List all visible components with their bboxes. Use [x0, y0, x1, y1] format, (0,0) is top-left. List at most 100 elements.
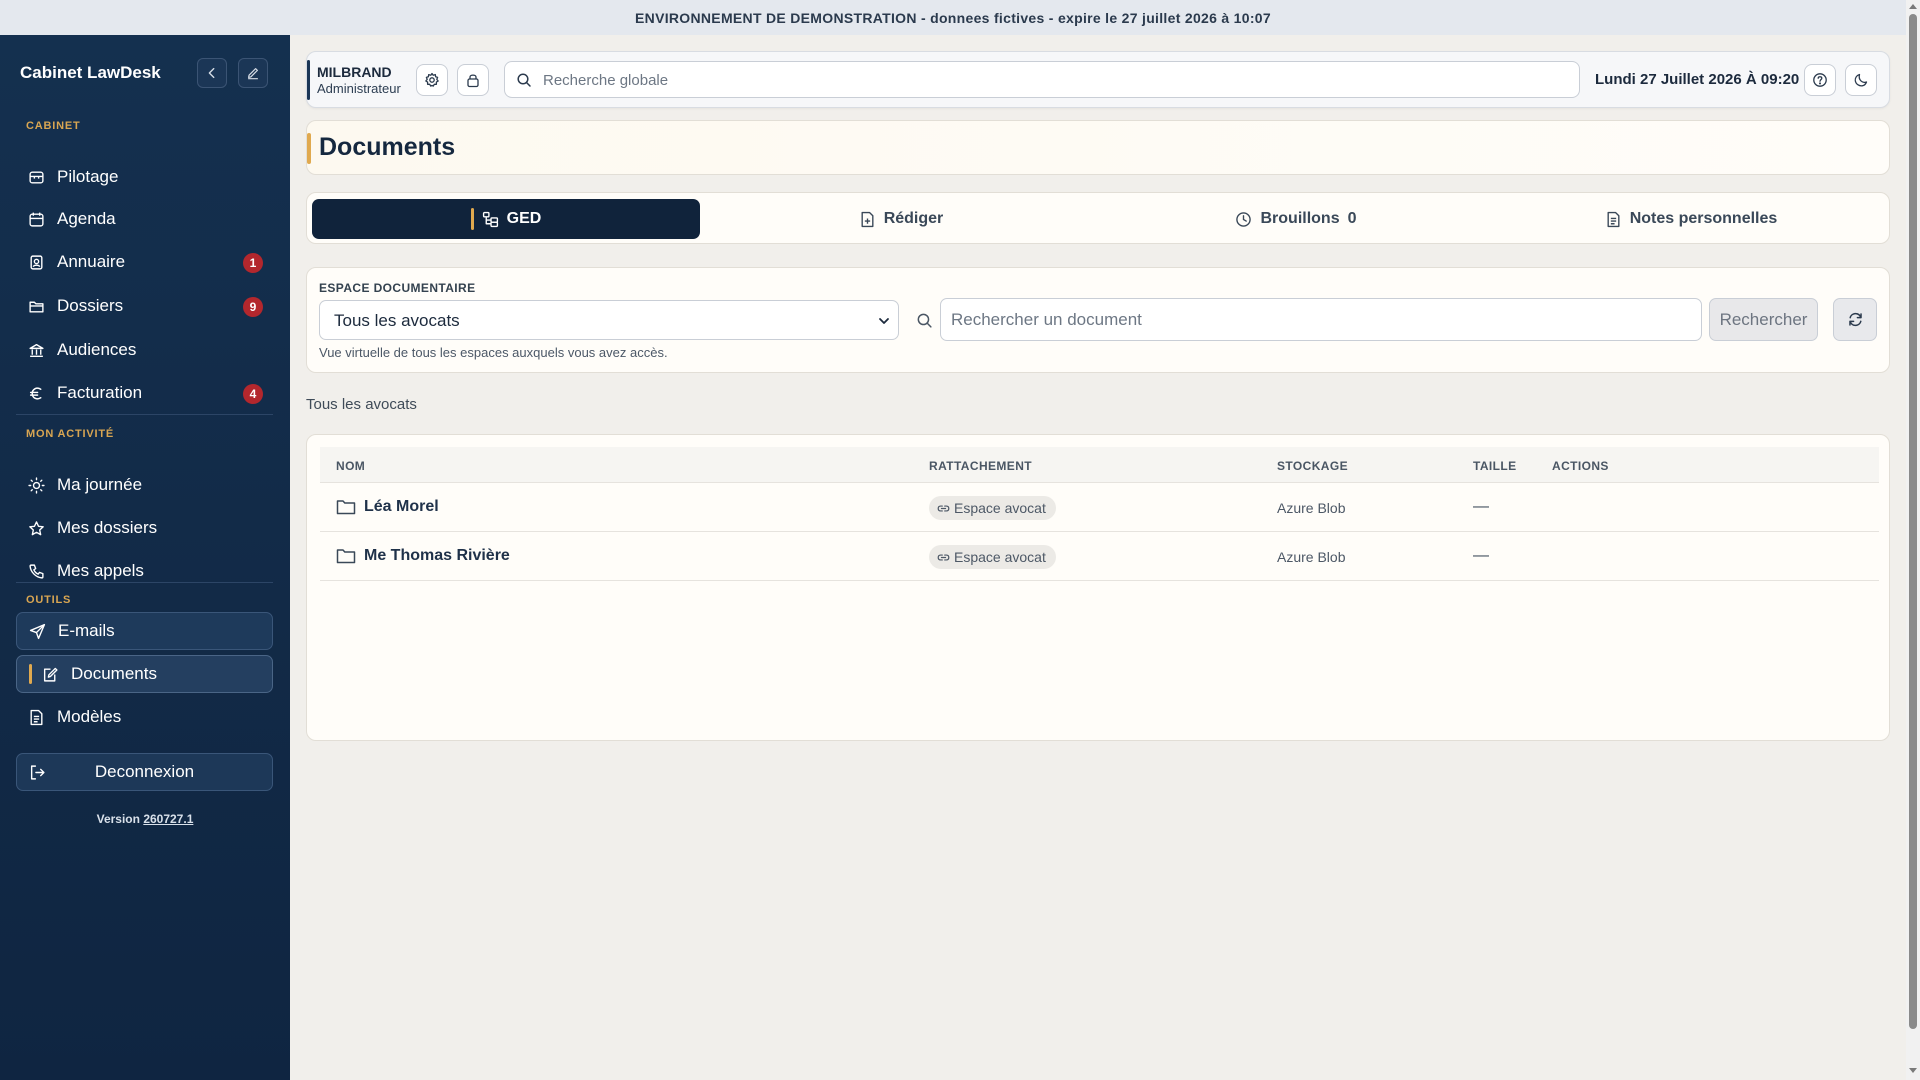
table-header: NOM RATTACHEMENT STOCKAGE TAILLE ACTIONS [320, 447, 1879, 483]
documents-table: NOM RATTACHEMENT STOCKAGE TAILLE ACTIONS… [306, 434, 1890, 741]
notification-badge: 1 [243, 253, 263, 273]
sidebar-item-label: E-mails [58, 621, 115, 640]
sidebar-item-mes-dossiers[interactable]: Mes dossiers [16, 509, 273, 547]
document-space-panel: ESPACE DOCUMENTAIRE Tous les avocats Vue… [306, 267, 1890, 373]
phone-icon [29, 563, 44, 579]
sidebar-item-annuaire[interactable]: Annuaire 1 [16, 243, 273, 281]
settings-button[interactable] [416, 64, 448, 96]
sidebar-item-facturation[interactable]: Facturation 4 [16, 374, 273, 412]
top-bar: MILBRAND Administrateur Lundi 27 Juillet… [306, 51, 1890, 108]
chevron-left-icon [208, 67, 215, 79]
tab-notes-personnelles[interactable]: Notes personnelles [1497, 199, 1885, 239]
active-indicator [29, 664, 32, 684]
notification-badge: 4 [243, 384, 263, 404]
select-value: Tous les avocats [334, 311, 460, 330]
tab-label: Rédiger [883, 210, 944, 227]
sidebar-item-label: Facturation [57, 383, 143, 402]
search-icon [917, 313, 932, 328]
tab-brouillons[interactable]: Brouillons 0 [1102, 199, 1490, 239]
scrollbar-thumb[interactable] [1909, 14, 1917, 1029]
document-tabs: GED Rédiger Brouillons 0 Notes personnel… [306, 192, 1890, 244]
refresh-button[interactable] [1833, 298, 1877, 341]
calendar-icon [29, 212, 44, 227]
sidebar-item-label: Pilotage [57, 167, 119, 186]
user-name: MILBRAND [317, 64, 392, 80]
active-indicator [470, 208, 474, 230]
sidebar-divider [16, 414, 273, 415]
global-search [504, 61, 1580, 98]
sidebar-item-label: Documents [71, 664, 157, 683]
table-row[interactable]: Me Thomas Rivière Espace avocat Azure Bl… [320, 532, 1879, 581]
column-header-name: NOM [336, 459, 366, 473]
folder-icon [336, 500, 356, 515]
sidebar-item-ma-journee[interactable]: Ma journée [16, 466, 273, 504]
pencil-icon [248, 68, 258, 80]
help-button[interactable] [1804, 64, 1836, 96]
tab-ged[interactable]: GED [312, 199, 700, 239]
global-search-input[interactable] [543, 66, 1568, 94]
note-icon [1607, 211, 1620, 227]
brand-name: Cabinet LawDesk [20, 63, 161, 82]
breadcrumb: Tous les avocats [306, 396, 417, 413]
folder-name-link[interactable]: Me Thomas Rivière [364, 547, 510, 565]
column-header-storage: STOCKAGE [1277, 459, 1348, 473]
user-role: Administrateur [317, 81, 401, 96]
chevron-down-icon [879, 318, 889, 324]
storage-value: Azure Blob [1277, 500, 1346, 516]
tab-rediger[interactable]: Rédiger [707, 199, 1095, 239]
refresh-icon [1848, 312, 1862, 327]
attachment-chip: Espace avocat [929, 545, 1056, 569]
sidebar-item-label: Agenda [57, 209, 116, 228]
sidebar-item-agenda[interactable]: Agenda [16, 200, 273, 238]
scroll-down-arrow[interactable] [1909, 1068, 1917, 1073]
current-datetime: Lundi 27 Juillet 2026 À 09:20 [1595, 71, 1800, 88]
document-space-select[interactable]: Tous les avocats [319, 300, 899, 340]
demo-banner: ENVIRONNEMENT DE DEMONSTRATION - donnees… [0, 0, 1906, 35]
lock-button[interactable] [457, 64, 489, 96]
column-header-size: TAILLE [1473, 459, 1517, 473]
edit-sidebar-button[interactable] [238, 58, 268, 88]
logout-label: Deconnexion [94, 762, 195, 781]
app-version: Version 260727.1 [0, 812, 290, 826]
scroll-up-arrow[interactable] [1909, 4, 1917, 9]
contacts-icon [30, 254, 43, 270]
star-icon [29, 520, 44, 535]
attachment-chip: Espace avocat [929, 496, 1056, 520]
collapse-sidebar-button[interactable] [197, 58, 227, 88]
dark-mode-toggle[interactable] [1845, 64, 1877, 96]
sun-icon [28, 476, 45, 494]
notification-badge: 9 [243, 297, 263, 317]
moon-icon [1854, 73, 1868, 87]
sidebar-item-audiences[interactable]: Audiences [16, 331, 273, 369]
link-icon [937, 504, 950, 512]
sidebar-item-modeles[interactable]: Modèles [16, 698, 273, 736]
file-plus-icon [861, 211, 874, 227]
section-label-cabinet: CABINET [26, 120, 81, 132]
sidebar-item-dossiers[interactable]: Dossiers 9 [16, 287, 273, 325]
document-search [940, 298, 1702, 341]
sidebar-item-pilotage[interactable]: Pilotage [16, 158, 273, 196]
document-search-input[interactable] [951, 306, 1691, 334]
sidebar-item-mes-appels[interactable]: Mes appels [16, 552, 273, 590]
tree-icon [482, 211, 498, 227]
search-button[interactable]: Rechercher [1709, 298, 1818, 341]
send-icon [29, 623, 46, 639]
folder-icon [336, 549, 356, 564]
tab-label: Notes personnelles [1629, 210, 1778, 227]
page-scrollbar[interactable] [1906, 0, 1920, 1080]
sidebar-item-label: Audiences [57, 340, 137, 359]
folder-name-link[interactable]: Léa Morel [364, 498, 439, 516]
link-icon [937, 553, 950, 561]
storage-value: Azure Blob [1277, 549, 1346, 565]
template-icon [30, 709, 43, 725]
search-icon [517, 73, 531, 87]
sidebar-item-documents[interactable]: Documents [16, 655, 273, 693]
attachment-label: Espace avocat [954, 500, 1046, 516]
folder-icon [29, 301, 44, 313]
version-number-link[interactable]: 260727.1 [143, 812, 193, 826]
table-row[interactable]: Léa Morel Espace avocat Azure Blob — [320, 483, 1879, 532]
sidebar-item-emails[interactable]: E-mails [16, 612, 273, 650]
logout-button[interactable]: Deconnexion [16, 753, 273, 791]
page-header: Documents [306, 120, 1890, 175]
tab-label: GED [506, 210, 542, 227]
